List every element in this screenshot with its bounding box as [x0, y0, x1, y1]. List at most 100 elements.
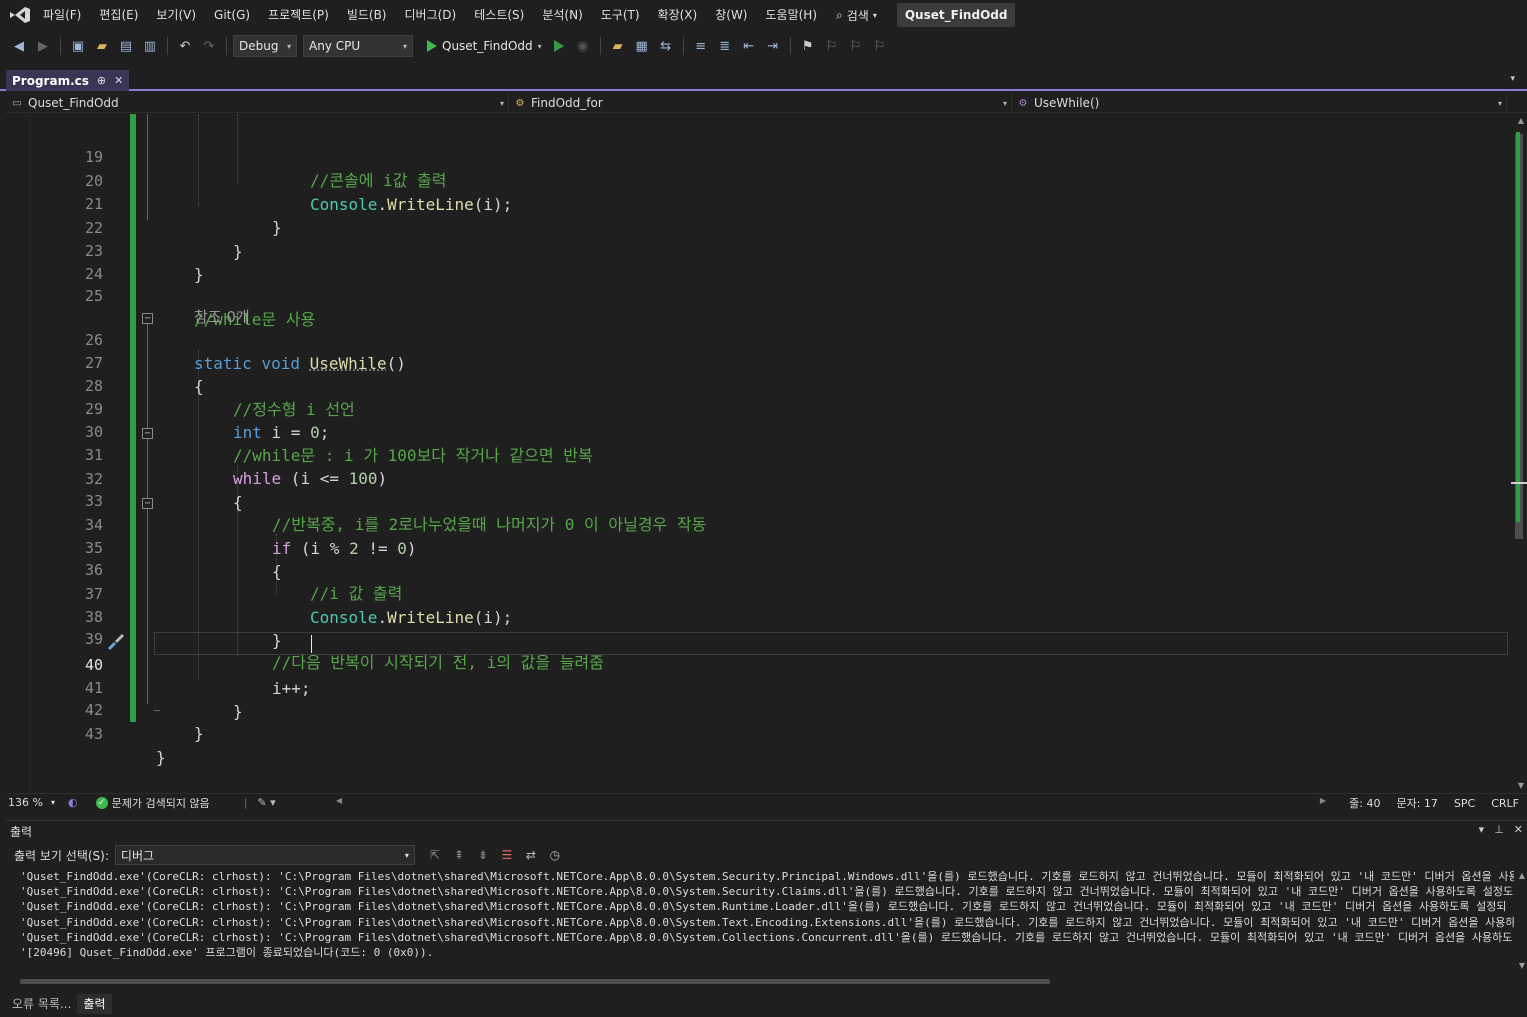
- menu-item[interactable]: 테스트(S): [465, 0, 533, 30]
- next-bookmark-icon[interactable]: ⚐: [845, 35, 867, 57]
- line-indicator[interactable]: 줄: 40: [1341, 795, 1388, 811]
- navigate-back-icon[interactable]: ◀: [8, 35, 30, 57]
- menu-item[interactable]: 확장(X): [649, 0, 707, 30]
- previous-bookmark-icon[interactable]: ⚐: [821, 35, 843, 57]
- indent-increase-icon[interactable]: ⇥: [762, 35, 784, 57]
- code-line[interactable]: 38 }: [6, 583, 1506, 650]
- class-dropdown[interactable]: ⚙ FindOdd_for ▾: [509, 93, 1012, 113]
- code-line[interactable]: 22 }: [6, 194, 1506, 261]
- member-dropdown[interactable]: ⚙ UseWhile() ▾: [1012, 93, 1507, 113]
- timestamp-icon[interactable]: ◷: [545, 845, 565, 865]
- code-line[interactable]: 23 }: [6, 217, 1506, 284]
- output-text-area[interactable]: 'Quset_FindOdd.exe'(CoreCLR: clrhost): '…: [6, 869, 1514, 977]
- pin-icon[interactable]: ⊥: [1494, 823, 1504, 836]
- code-line[interactable]: 19 //콘솔에 i값 출력: [6, 123, 1506, 190]
- clear-all-icon[interactable]: ☰: [497, 845, 517, 865]
- menu-item[interactable]: 파일(F): [34, 0, 90, 30]
- code-line[interactable]: 43 }: [6, 700, 1506, 767]
- layout-icon[interactable]: ▦: [631, 35, 653, 57]
- find-message-icon[interactable]: ⇱: [425, 845, 445, 865]
- quick-actions-brush-icon[interactable]: [105, 631, 125, 651]
- code-line[interactable]: 25 //while문 사용: [6, 262, 1506, 329]
- whitespace-indicator[interactable]: SPC: [1446, 797, 1483, 810]
- menu-item[interactable]: 빌드(B): [338, 0, 396, 30]
- close-icon[interactable]: ✕: [114, 74, 123, 87]
- code-line[interactable]: 31 while (i <= 100): [6, 421, 1506, 488]
- panel-options-icon[interactable]: ▾: [1479, 823, 1485, 836]
- next-message-icon[interactable]: ⇟: [473, 845, 493, 865]
- codelens-line[interactable]: 참조 0개: [6, 283, 1506, 326]
- horizontal-scrollbar[interactable]: ◀ ▶: [336, 796, 1326, 808]
- code-line[interactable]: 36 //i 값 출력: [6, 536, 1506, 603]
- output-source-dropdown[interactable]: 디버그 ▾: [114, 845, 415, 865]
- menu-item[interactable]: 도구(T): [592, 0, 649, 30]
- menu-item[interactable]: 디버그(D): [396, 0, 466, 30]
- code-line[interactable]: 33 //반복중, i를 2로나누었을때 나머지가 0 이 아닐경우 작동: [6, 467, 1506, 534]
- browse-folder-icon[interactable]: ▰: [607, 35, 629, 57]
- clear-bookmarks-icon[interactable]: ⚐: [869, 35, 891, 57]
- platform-dropdown[interactable]: Any CPU ▾: [303, 35, 413, 57]
- undo-icon[interactable]: ↶: [174, 35, 196, 57]
- close-icon[interactable]: ✕: [1514, 823, 1523, 836]
- scroll-down-icon[interactable]: ▼: [1518, 781, 1524, 790]
- step-over-icon[interactable]: ⇆: [655, 35, 677, 57]
- menu-item[interactable]: 분석(N): [533, 0, 591, 30]
- scroll-up-icon[interactable]: ▲: [1518, 116, 1524, 125]
- code-line[interactable]: 35 {: [6, 514, 1506, 581]
- code-line[interactable]: 42 }: [6, 676, 1506, 743]
- hot-reload-icon[interactable]: ◉: [572, 35, 594, 57]
- menu-item[interactable]: 프로젝트(P): [259, 0, 338, 30]
- menu-item[interactable]: 보기(V): [147, 0, 205, 30]
- start-without-debugging-icon[interactable]: [548, 35, 570, 57]
- word-wrap-icon[interactable]: ⇄: [521, 845, 541, 865]
- tab-error-list[interactable]: 오류 목록...: [6, 994, 77, 1014]
- code-line[interactable]: 28 //정수형 i 선언: [6, 352, 1506, 419]
- uncomment-icon[interactable]: ≣: [714, 35, 736, 57]
- code-line[interactable]: 32 {: [6, 445, 1506, 512]
- menu-item[interactable]: Git(G): [205, 0, 259, 30]
- copilot-icon[interactable]: ◐: [68, 796, 78, 809]
- code-cleanup-icon[interactable]: ✎ ▾: [257, 796, 275, 809]
- navigate-forward-icon[interactable]: ▶: [32, 35, 54, 57]
- line-ending-indicator[interactable]: CRLF: [1483, 797, 1527, 810]
- start-debugging-button[interactable]: Quset_FindOdd ▾: [423, 39, 546, 53]
- tab-program-cs[interactable]: Program.cs ⊕ ✕: [6, 70, 130, 91]
- indent-decrease-icon[interactable]: ⇤: [738, 35, 760, 57]
- bookmark-icon[interactable]: ⚑: [797, 35, 819, 57]
- code-line[interactable]: 24: [6, 240, 1506, 283]
- code-line[interactable]: 30 //while문 : i 가 100보다 작거나 같으면 반복: [6, 398, 1506, 465]
- solution-name-badge[interactable]: Quset_FindOdd: [896, 3, 1016, 27]
- output-horizontal-scrollbar[interactable]: [20, 979, 1050, 984]
- scroll-up-icon[interactable]: ▲: [1519, 871, 1525, 880]
- column-indicator[interactable]: 문자: 17: [1388, 795, 1445, 811]
- code-line[interactable]: 41 }: [6, 654, 1506, 721]
- menu-item[interactable]: 도움말(H): [757, 0, 827, 30]
- code-line[interactable]: 39 //다음 반복이 시작되기 전, i의 값을 늘려줌: [6, 605, 1506, 672]
- scroll-right-icon[interactable]: ▶: [1320, 796, 1326, 805]
- code-editor[interactable]: − − − 19 //콘솔에 i값 출력 20 Console.WriteLin…: [6, 114, 1527, 792]
- vertical-scrollbar[interactable]: ▲ ▼: [1511, 114, 1527, 792]
- open-file-icon[interactable]: ▰: [91, 35, 113, 57]
- code-line[interactable]: 37 Console.WriteLine(i);: [6, 560, 1506, 627]
- new-project-icon[interactable]: ▣: [67, 35, 89, 57]
- tab-output[interactable]: 출력: [77, 993, 112, 1014]
- issues-status[interactable]: 문제가 검색되지 않음: [112, 795, 210, 811]
- menu-item[interactable]: 편집(E): [90, 0, 147, 30]
- visual-studio-logo-icon[interactable]: [6, 0, 34, 30]
- code-line[interactable]: 21 }: [6, 170, 1506, 237]
- scroll-left-icon[interactable]: ◀: [336, 796, 342, 805]
- code-line[interactable]: 34 if (i % 2 != 0): [6, 491, 1506, 558]
- code-line-current[interactable]: 40 i++;: [6, 631, 1506, 698]
- previous-message-icon[interactable]: ⇞: [449, 845, 469, 865]
- code-line[interactable]: 26 static void UseWhile(): [6, 306, 1506, 373]
- code-line[interactable]: 27 {: [6, 329, 1506, 396]
- project-dropdown[interactable]: ▭ Quset_FindOdd ▾: [6, 93, 509, 113]
- search-menu[interactable]: ⌕ 검색 ▾: [826, 0, 887, 30]
- scroll-down-icon[interactable]: ▼: [1519, 961, 1525, 970]
- save-icon[interactable]: ▤: [115, 35, 137, 57]
- pin-icon[interactable]: ⊕: [97, 74, 106, 87]
- tab-overflow-icon[interactable]: ▾: [1510, 74, 1515, 84]
- menu-item[interactable]: 창(W): [706, 0, 756, 30]
- configuration-dropdown[interactable]: Debug ▾: [233, 35, 297, 57]
- redo-icon[interactable]: ↷: [198, 35, 220, 57]
